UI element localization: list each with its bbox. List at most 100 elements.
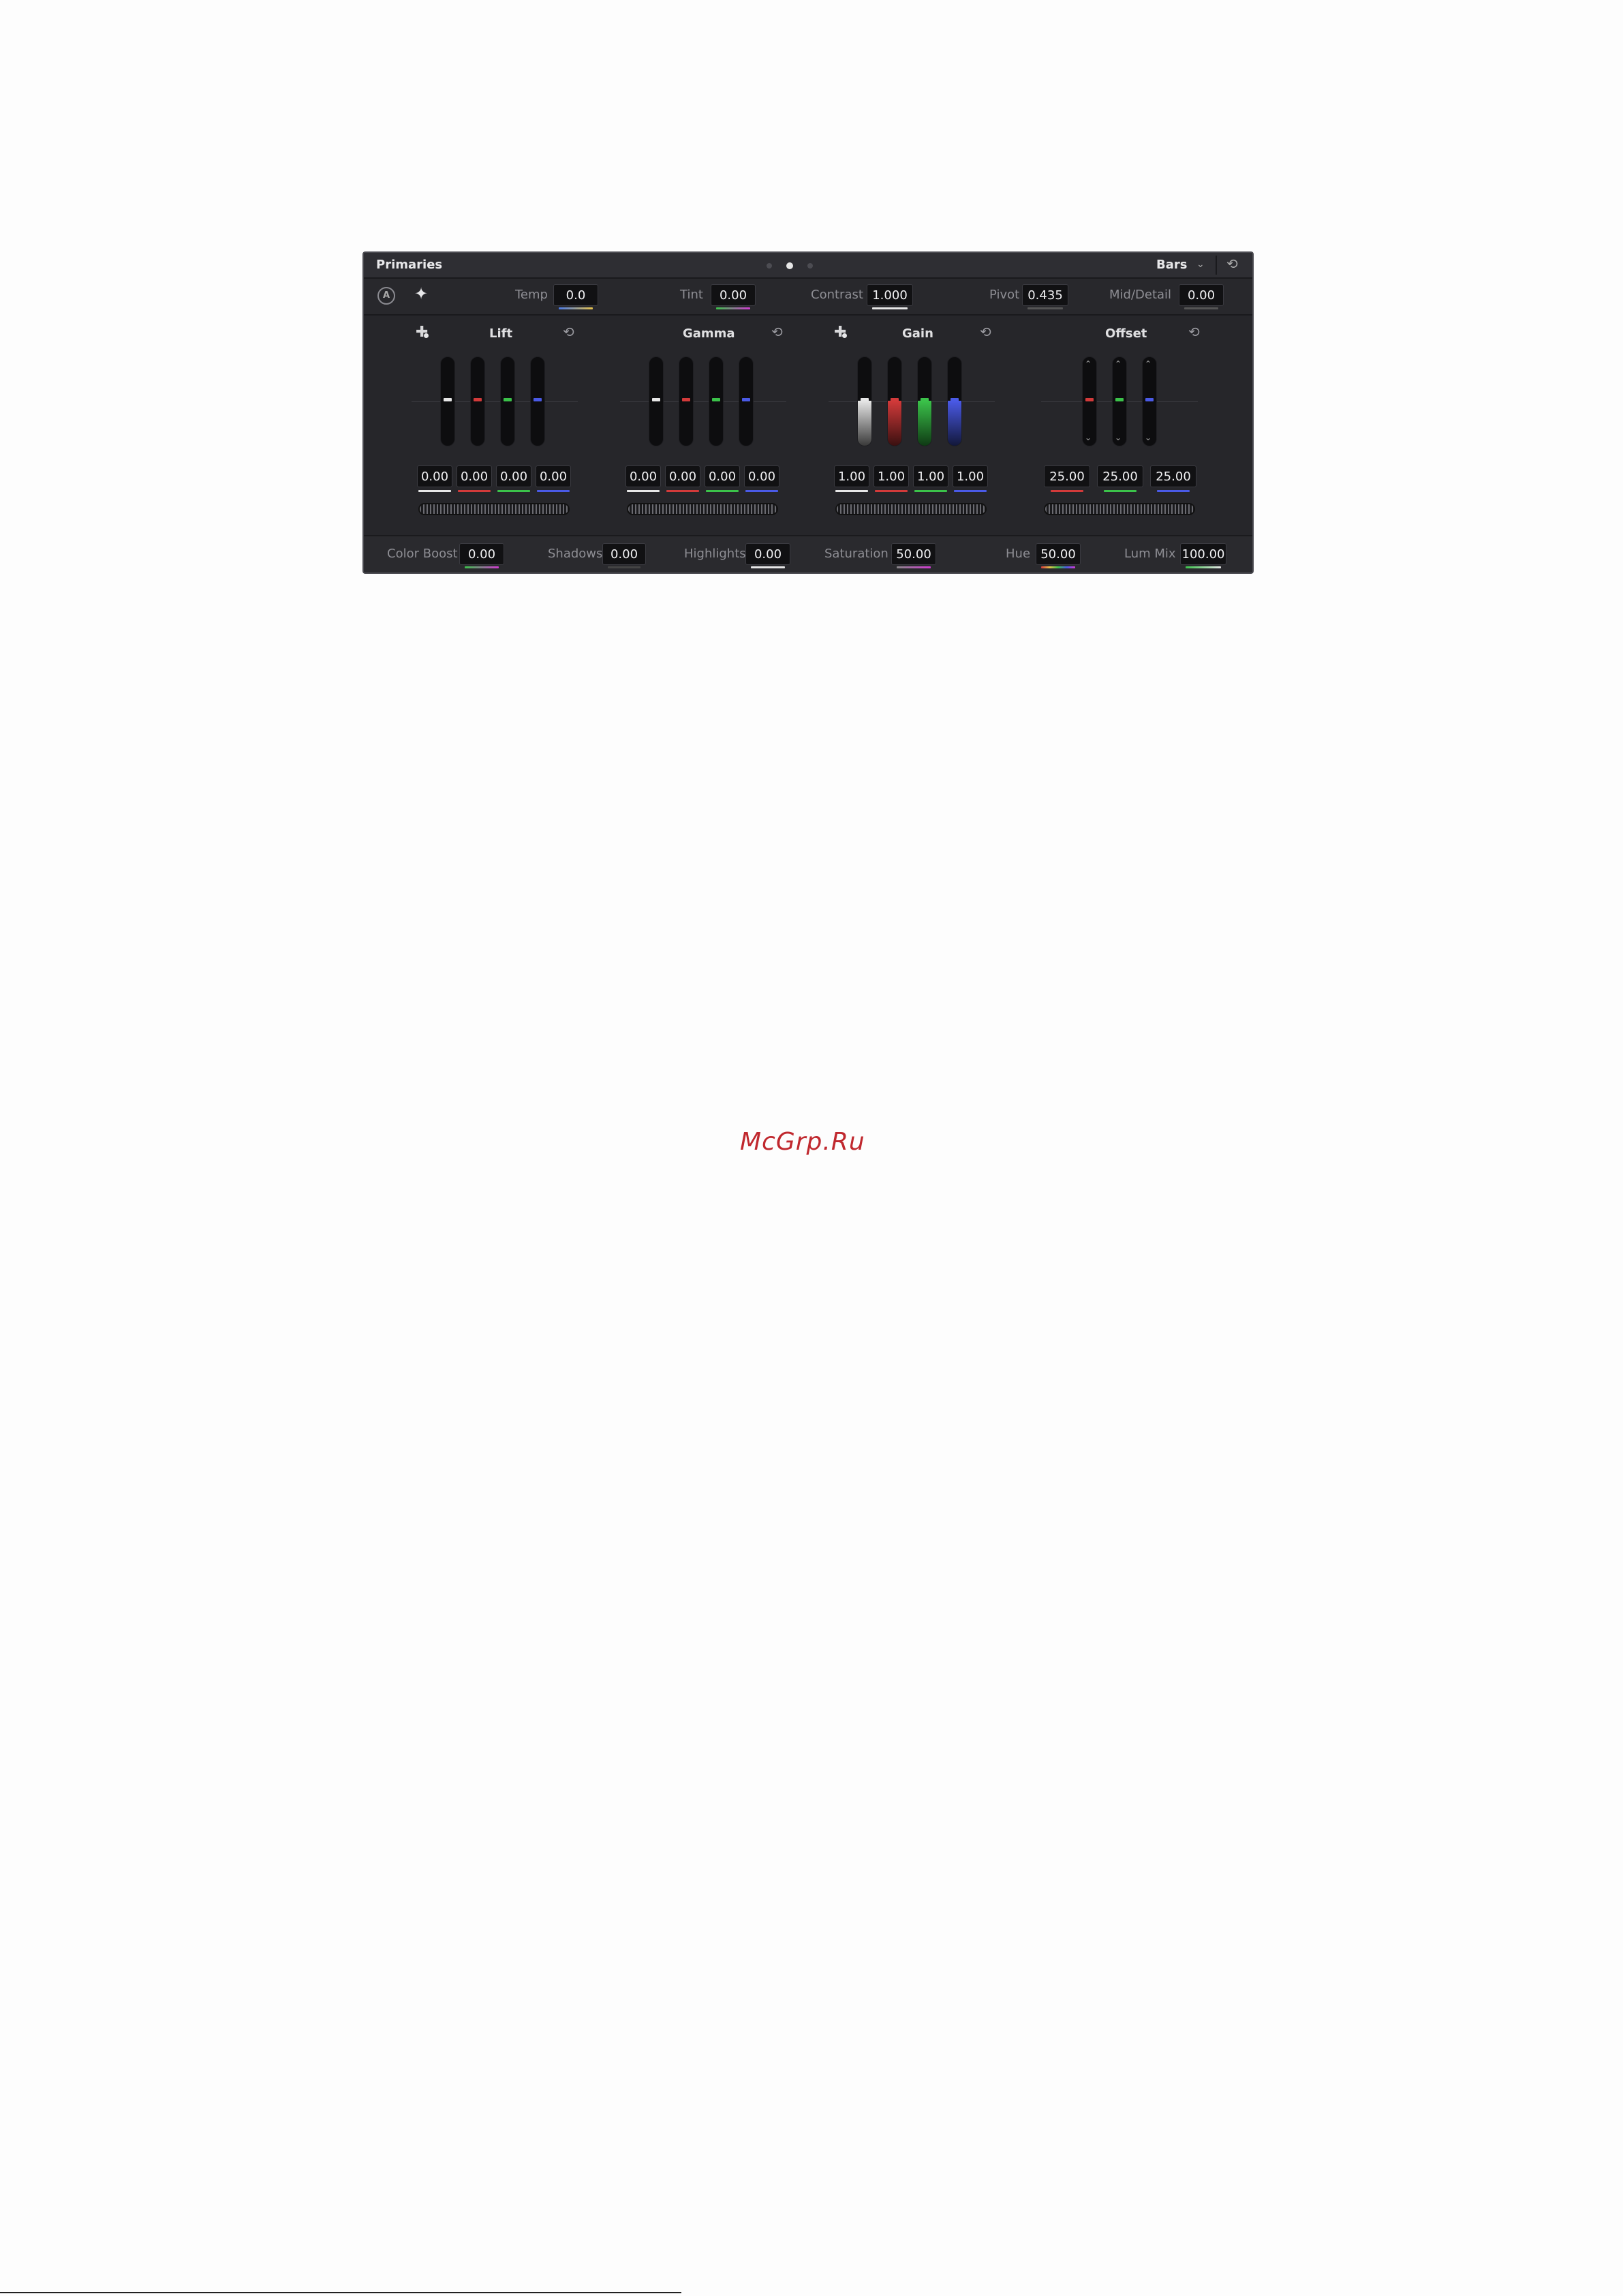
offset-red-field[interactable]: 25.00	[1044, 465, 1090, 487]
shadows-field[interactable]: 0.00	[602, 543, 646, 565]
gamma-green-field[interactable]: 0.00	[705, 465, 740, 487]
auto-balance-icon[interactable]: A	[377, 287, 395, 305]
lift-jog-wheel[interactable]	[418, 503, 570, 515]
saturation-field[interactable]: 50.00	[891, 543, 936, 565]
gain-green-field[interactable]: 1.00	[913, 465, 948, 487]
gamma-reset-icon[interactable]: ⟲	[771, 324, 783, 340]
gain-green-bar[interactable]	[917, 356, 932, 446]
highlights-indicator	[751, 566, 785, 568]
lift-master-bar[interactable]	[440, 356, 455, 446]
crosshair-picker-icon[interactable]: ✚	[416, 324, 429, 341]
saturation-label: Saturation	[824, 547, 888, 561]
gain-jog-wheel[interactable]	[835, 503, 987, 515]
gain-red-field[interactable]: 1.00	[874, 465, 909, 487]
pivot-label: Pivot	[989, 288, 1020, 302]
gain-master-bar[interactable]	[857, 356, 872, 446]
offset-reset-icon[interactable]: ⟲	[1188, 324, 1200, 340]
lift-title: Lift	[489, 326, 513, 341]
gain-red-bar[interactable]	[887, 356, 902, 446]
mode-select[interactable]: Bars	[1156, 258, 1187, 272]
tint-indicator	[716, 307, 750, 309]
contrast-indicator	[872, 307, 908, 309]
lift-green-bar[interactable]	[500, 356, 515, 446]
panel-title: Primaries	[376, 258, 443, 272]
offset-red-underline	[1051, 490, 1083, 492]
divider	[1216, 256, 1217, 275]
top-controls-row: A ✦ Temp 0.0 Tint 0.00 Contrast 1.000 Pi…	[364, 279, 1252, 316]
lum-mix-indicator	[1186, 566, 1221, 568]
offset-red-bar[interactable]: ⌃ ⌄	[1082, 356, 1097, 446]
shadows-label: Shadows	[548, 547, 603, 561]
lift-red-underline	[458, 490, 491, 492]
contrast-label: Contrast	[811, 288, 863, 302]
offset-blue-bar[interactable]: ⌃ ⌄	[1142, 356, 1157, 446]
gamma-red-field[interactable]: 0.00	[665, 465, 700, 487]
gain-midline	[829, 401, 995, 402]
page-dot-2[interactable]	[786, 262, 793, 269]
lift-red-bar[interactable]	[470, 356, 485, 446]
shadows-indicator	[608, 566, 640, 568]
offset-green-bar[interactable]: ⌃ ⌄	[1112, 356, 1127, 446]
lift-green-field[interactable]: 0.00	[496, 465, 531, 487]
lift-reset-icon[interactable]: ⟲	[563, 324, 574, 340]
gamma-title: Gamma	[683, 326, 735, 341]
gamma-blue-field[interactable]: 0.00	[744, 465, 779, 487]
gain-title: Gain	[902, 326, 933, 341]
page-dot-1[interactable]	[767, 263, 772, 269]
hue-field[interactable]: 50.00	[1036, 543, 1081, 565]
page-dot-3[interactable]	[807, 263, 813, 269]
offset-title: Offset	[1105, 326, 1147, 341]
gain-master-field[interactable]: 1.00	[834, 465, 869, 487]
tint-label: Tint	[680, 288, 703, 302]
highlights-label: Highlights	[684, 547, 746, 561]
gain-blue-bar[interactable]	[947, 356, 962, 446]
gamma-red-bar[interactable]	[679, 356, 694, 446]
lift-blue-underline	[537, 490, 570, 492]
pivot-field[interactable]: 0.435	[1022, 284, 1068, 306]
lift-master-field[interactable]: 0.00	[417, 465, 452, 487]
offset-green-field[interactable]: 25.00	[1097, 465, 1143, 487]
gamma-master-bar[interactable]	[649, 356, 664, 446]
tint-field[interactable]: 0.00	[711, 284, 756, 306]
gain-blue-field[interactable]: 1.00	[953, 465, 988, 487]
saturation-indicator	[897, 566, 931, 568]
gamma-master-field[interactable]: 0.00	[625, 465, 661, 487]
offset-green-underline	[1104, 490, 1137, 492]
color-boost-field[interactable]: 0.00	[459, 543, 504, 565]
chevron-down-icon[interactable]: ⌄	[1196, 259, 1205, 270]
offset-jog-wheel[interactable]	[1044, 503, 1195, 515]
crosshair-picker-icon[interactable]: ✚	[834, 324, 847, 341]
mid-detail-field[interactable]: 0.00	[1179, 284, 1224, 306]
gamma-blue-bar[interactable]	[739, 356, 754, 446]
reset-all-icon[interactable]: ⟲	[1226, 256, 1238, 272]
offset-blue-field[interactable]: 25.00	[1150, 465, 1196, 487]
primaries-panel: Primaries Bars ⌄ ⟲ A ✦ Temp 0.0 Tint 0.0…	[362, 251, 1254, 574]
contrast-field[interactable]: 1.000	[867, 284, 913, 306]
gamma-master-underline	[627, 490, 660, 492]
color-picker-icon[interactable]: ✦	[414, 284, 428, 303]
highlights-field[interactable]: 0.00	[745, 543, 790, 565]
temp-indicator	[559, 307, 593, 309]
lift-midline	[412, 401, 578, 402]
lift-blue-bar[interactable]	[530, 356, 545, 446]
hue-label: Hue	[1006, 547, 1031, 561]
mid-detail-label: Mid/Detail	[1109, 288, 1172, 302]
gamma-green-underline	[706, 490, 739, 492]
page-footer-rule	[0, 2292, 681, 2293]
pivot-indicator	[1027, 307, 1063, 309]
gamma-green-bar[interactable]	[709, 356, 724, 446]
gamma-jog-wheel[interactable]	[627, 503, 778, 515]
lift-red-field[interactable]: 0.00	[457, 465, 492, 487]
gain-master-underline	[835, 490, 868, 492]
panel-titlebar: Primaries Bars ⌄ ⟲	[364, 253, 1252, 279]
temp-label: Temp	[515, 288, 548, 302]
watermark: McGrp.Ru	[740, 1128, 865, 1156]
temp-field[interactable]: 0.0	[553, 284, 598, 306]
color-boost-label: Color Boost	[387, 547, 458, 561]
gain-blue-underline	[954, 490, 987, 492]
lum-mix-field[interactable]: 100.00	[1180, 543, 1226, 565]
gamma-midline	[620, 401, 786, 402]
lift-blue-field[interactable]: 0.00	[536, 465, 571, 487]
gain-reset-icon[interactable]: ⟲	[980, 324, 991, 340]
gain-green-underline	[914, 490, 947, 492]
